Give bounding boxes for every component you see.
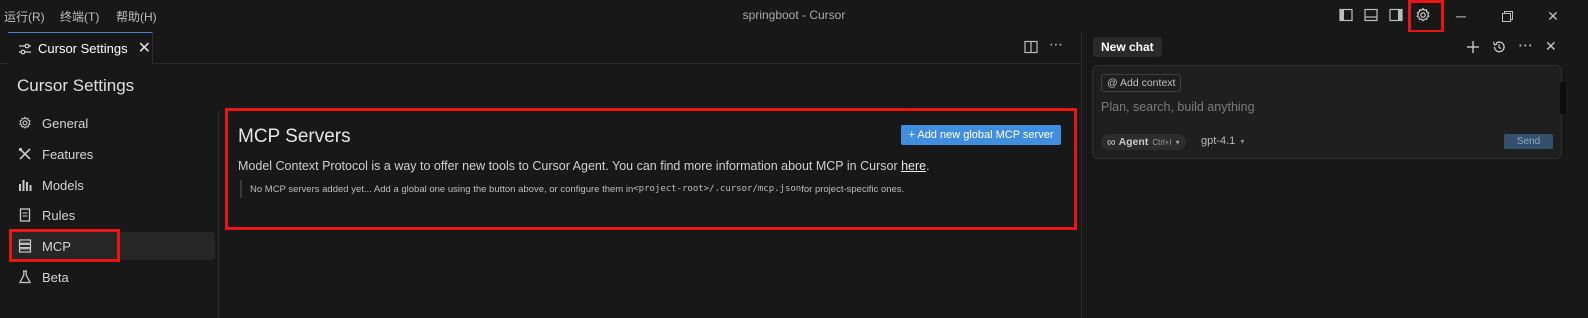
sidebar-item-label: Models (42, 177, 84, 193)
page-title: Cursor Settings (17, 76, 135, 95)
chat-input[interactable]: Plan, search, build anything (1101, 100, 1255, 114)
tab-close-icon[interactable]: ✕ (138, 40, 151, 57)
gear-icon[interactable] (1415, 7, 1431, 23)
tab-new-chat[interactable]: New chat (1093, 37, 1162, 57)
menu-run[interactable]: 运行(R) (4, 8, 45, 25)
plus-icon[interactable] (1466, 40, 1480, 54)
restore-icon (1501, 10, 1513, 22)
tab-label: Cursor Settings (38, 41, 128, 56)
sidebar-item-label: General (42, 115, 89, 131)
mcp-config-path: <project-root>/.cursor/mcp.json (633, 184, 802, 194)
split-editor-icon[interactable] (1024, 40, 1038, 54)
chevron-down-icon: ▾ (1240, 137, 1245, 146)
bar-chart-icon (16, 176, 34, 194)
more-icon[interactable]: ⋯ (1049, 36, 1063, 53)
mcp-title: MCP Servers (238, 126, 351, 147)
restore-button[interactable] (1484, 0, 1530, 32)
tools-icon (16, 145, 34, 163)
infinity-icon: ∞ (1107, 135, 1116, 149)
close-icon: ✕ (1547, 7, 1559, 24)
sidebar-item-rules[interactable]: Rules (10, 201, 215, 229)
sidebar-item-label: Beta (42, 269, 69, 285)
send-button[interactable]: Send (1504, 134, 1553, 149)
mcp-note-text: No MCP servers added yet... Add a global… (250, 183, 634, 195)
scrollbar-marker (1560, 82, 1566, 114)
history-icon[interactable] (1492, 40, 1506, 54)
sidebar-item-models[interactable]: Models (10, 171, 215, 199)
toggle-secondary-sidebar-icon[interactable] (1388, 7, 1404, 23)
sidebar-item-features[interactable]: Features (10, 140, 215, 168)
menu-terminal[interactable]: 终端(T) (60, 8, 99, 25)
sidebar-item-general[interactable]: General (10, 109, 215, 137)
mcp-docs-link[interactable]: here (901, 159, 926, 173)
sidebar-item-beta[interactable]: Beta (10, 263, 215, 291)
agent-mode-selector[interactable]: ∞ Agent Ctrl+I ▾ (1101, 134, 1186, 150)
chat-more-icon[interactable]: ⋯ (1518, 36, 1533, 54)
mcp-nav-highlight (9, 229, 120, 262)
add-context-button[interactable]: @ Add context (1101, 74, 1182, 92)
sidebar-item-label: Features (42, 146, 94, 162)
sidebar-item-label: Rules (42, 207, 76, 223)
agent-shortcut: Ctrl+I (1152, 137, 1172, 147)
model-label: gpt-4.1 (1201, 135, 1236, 147)
flask-icon (16, 268, 34, 286)
model-selector[interactable]: gpt-4.1 ▾ (1201, 135, 1244, 147)
add-global-mcp-server-button[interactable]: + Add new global MCP server (901, 125, 1061, 145)
gear-icon (16, 114, 34, 132)
toggle-panel-icon[interactable] (1363, 7, 1379, 23)
mcp-description-text: Model Context Protocol is a way to offer… (238, 159, 902, 173)
chevron-down-icon: ▾ (1175, 137, 1180, 147)
editor-tab-strip (0, 32, 1080, 64)
menu-help[interactable]: 帮助(H) (116, 8, 157, 25)
tab-cursor-settings[interactable]: Cursor Settings ✕ (8, 32, 153, 64)
mcp-description-suffix: . (926, 159, 930, 173)
mcp-note-suffix: for project-specific ones. (801, 183, 905, 195)
document-icon (16, 206, 34, 224)
mcp-empty-note: No MCP servers added yet... Add a global… (240, 180, 904, 198)
agent-label: Agent (1118, 136, 1149, 148)
toggle-primary-sidebar-icon[interactable] (1338, 7, 1354, 23)
close-chat-icon[interactable]: ✕ (1545, 38, 1557, 55)
minimize-icon: ─ (1456, 8, 1466, 24)
close-window-button[interactable]: ✕ (1530, 0, 1576, 32)
mcp-description: Model Context Protocol is a way to offer… (238, 159, 930, 173)
settings-sliders-icon (19, 43, 31, 54)
minimize-button[interactable]: ─ (1438, 0, 1484, 32)
